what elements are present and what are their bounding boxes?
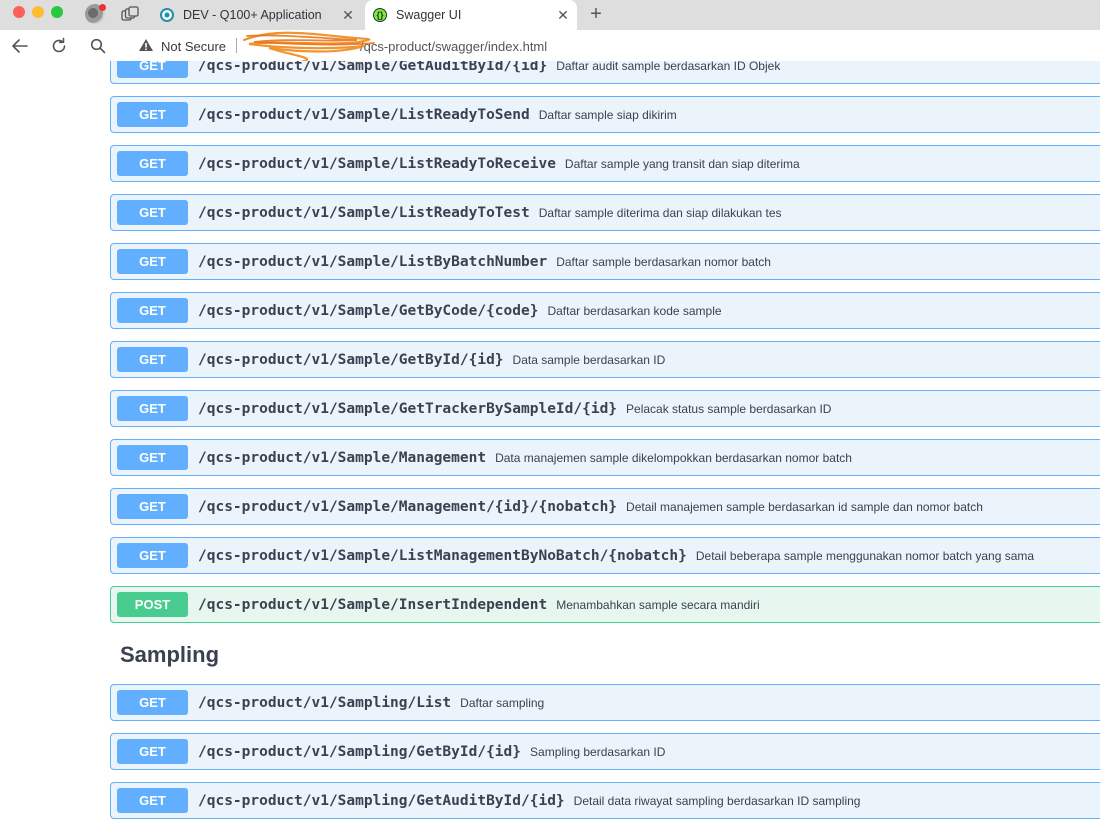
http-method-badge: GET — [117, 249, 188, 274]
endpoint-path: /qcs-product/v1/Sample/ListReadyToSend — [198, 106, 530, 123]
endpoint-path: /qcs-product/v1/Sampling/List — [198, 694, 452, 711]
tab-label: DEV - Q100+ Application — [183, 8, 322, 22]
endpoint-path: /qcs-product/v1/Sample/InsertIndependent — [198, 596, 548, 613]
redaction-scribble — [242, 31, 375, 64]
http-method-badge: GET — [117, 298, 188, 323]
operation-row[interactable]: POST/qcs-product/v1/Sample/InsertIndepen… — [110, 586, 1100, 623]
endpoint-path: /qcs-product/v1/Sample/GetById/{id} — [198, 351, 504, 368]
endpoint-summary: Sampling berdasarkan ID — [530, 744, 666, 759]
minimize-window-button[interactable] — [32, 6, 44, 18]
operation-row[interactable]: GET/qcs-product/v1/Sample/ListReadyToRec… — [110, 145, 1100, 182]
operation-row[interactable]: GET/qcs-product/v1/Sample/ListReadyToSen… — [110, 96, 1100, 133]
endpoint-summary: Pelacak status sample berdasarkan ID — [626, 401, 832, 416]
browser-toolbar: Not Secure /qcs-product/swagger/index.ht… — [0, 30, 1100, 64]
address-bar[interactable]: Not Secure /qcs-product/swagger/index.ht… — [124, 31, 1100, 64]
http-method-badge: GET — [117, 690, 188, 715]
tab-overview-icon[interactable] — [121, 6, 139, 22]
http-method-badge: GET — [117, 347, 188, 372]
close-tab-icon[interactable]: ✕ — [340, 7, 356, 23]
http-method-badge: GET — [117, 61, 188, 78]
endpoint-path: /qcs-product/v1/Sampling/GetById/{id} — [198, 743, 522, 760]
swagger-favicon-icon: {} — [373, 8, 387, 22]
tab-bar: DEV - Q100+ Application ✕ {} Swagger UI … — [0, 0, 1100, 30]
endpoint-summary: Menambahkan sample secara mandiri — [556, 597, 760, 612]
http-method-badge: GET — [117, 543, 188, 568]
endpoint-summary: Daftar sampling — [460, 695, 545, 710]
operation-row[interactable]: GET/qcs-product/v1/Sample/GetById/{id} Da… — [110, 341, 1100, 378]
security-status-label: Not Secure — [161, 39, 227, 54]
endpoint-path: /qcs-product/v1/Sample/Management/{id}/{… — [198, 498, 618, 515]
operation-row[interactable]: GET/qcs-product/v1/Sample/GetTrackerBySa… — [110, 390, 1100, 427]
operation-row[interactable]: GET/qcs-product/v1/Sample/GetAuditById/{… — [110, 61, 1100, 84]
operation-row[interactable]: GET/qcs-product/v1/Sampling/GetAuditById… — [110, 782, 1100, 819]
swagger-content: GET/qcs-product/v1/Sample/GetAuditById/{… — [0, 61, 1100, 825]
http-method-badge: GET — [117, 494, 188, 519]
reload-icon — [52, 37, 66, 53]
operation-row[interactable]: GET/qcs-product/v1/Sample/Management/{id… — [110, 488, 1100, 525]
endpoint-summary: Detail data riwayat sampling berdasarkan… — [573, 793, 861, 808]
http-method-badge: GET — [117, 396, 188, 421]
endpoint-path: /qcs-product/v1/Sample/ListReadyToTest — [198, 204, 530, 221]
app-favicon-icon — [160, 8, 174, 22]
endpoint-summary: Daftar sample berdasarkan nomor batch — [556, 254, 771, 269]
endpoint-path: /qcs-product/v1/Sample/GetByCode/{code} — [198, 302, 539, 319]
tab-dev-q100[interactable]: DEV - Q100+ Application ✕ — [152, 0, 362, 30]
endpoint-path: /qcs-product/v1/Sample/GetAuditById/{id} — [198, 61, 548, 74]
search-icon — [90, 38, 106, 54]
tab-label: Swagger UI — [396, 8, 462, 22]
http-method-badge: GET — [117, 739, 188, 764]
operation-row[interactable]: GET/qcs-product/v1/Sample/ListByBatchNum… — [110, 243, 1100, 280]
reload-button[interactable] — [49, 36, 69, 56]
endpoint-path: /qcs-product/v1/Sample/ListReadyToReceiv… — [198, 155, 556, 172]
search-button[interactable] — [88, 36, 108, 56]
http-method-badge: GET — [117, 102, 188, 127]
endpoint-summary: Daftar berdasarkan kode sample — [547, 303, 722, 318]
http-method-badge: POST — [117, 592, 188, 617]
endpoint-summary: Daftar audit sample berdasarkan ID Objek — [556, 61, 781, 73]
operation-row[interactable]: GET/qcs-product/v1/Sample/Management Data… — [110, 439, 1100, 476]
close-tab-icon[interactable]: ✕ — [555, 7, 571, 23]
http-method-badge: GET — [117, 445, 188, 470]
endpoint-path: /qcs-product/v1/Sample/Management — [198, 449, 487, 466]
address-separator — [236, 38, 237, 53]
operation-row[interactable]: GET/qcs-product/v1/Sample/GetByCode/{cod… — [110, 292, 1100, 329]
warning-icon — [139, 39, 153, 51]
maximize-window-button[interactable] — [51, 6, 63, 18]
http-method-badge: GET — [117, 200, 188, 225]
operation-row[interactable]: GET/qcs-product/v1/Sampling/GetById/{id}… — [110, 733, 1100, 770]
notification-dot — [99, 4, 106, 11]
endpoint-path: /qcs-product/v1/Sample/ListByBatchNumber — [198, 253, 548, 270]
endpoint-summary: Daftar sample yang transit dan siap dite… — [564, 156, 800, 171]
endpoint-summary: Data manajemen sample dikelompokkan berd… — [495, 450, 852, 465]
endpoint-path: /qcs-product/v1/Sampling/GetAuditById/{i… — [198, 792, 565, 809]
endpoint-path: /qcs-product/v1/Sample/ListManagementByN… — [198, 547, 687, 564]
endpoint-summary: Data sample berdasarkan ID — [512, 352, 666, 367]
http-method-badge: GET — [117, 151, 188, 176]
browser-chrome: DEV - Q100+ Application ✕ {} Swagger UI … — [0, 0, 1100, 64]
arrow-left-icon — [12, 39, 28, 53]
endpoint-summary: Daftar sample siap dikirim — [538, 107, 677, 122]
endpoint-summary: Detail beberapa sample menggunakan nomor… — [695, 548, 1035, 563]
section-title-sampling[interactable]: Sampling — [120, 642, 219, 668]
endpoint-path: /qcs-product/v1/Sample/GetTrackerBySampl… — [198, 400, 618, 417]
tab-swagger-ui[interactable]: {} Swagger UI ✕ — [365, 0, 577, 30]
endpoint-summary: Daftar sample diterima dan siap dilakuka… — [538, 205, 782, 220]
back-button[interactable] — [10, 36, 30, 56]
new-tab-button[interactable]: + — [586, 4, 606, 24]
http-method-badge: GET — [117, 788, 188, 813]
operation-row[interactable]: GET/qcs-product/v1/Sample/ListManagement… — [110, 537, 1100, 574]
operation-row[interactable]: GET/qcs-product/v1/Sampling/List Daftar s… — [110, 684, 1100, 721]
operation-row[interactable]: GET/qcs-product/v1/Sample/ListReadyToTes… — [110, 194, 1100, 231]
endpoint-summary: Detail manajemen sample berdasarkan id s… — [626, 499, 983, 514]
close-window-button[interactable] — [13, 6, 25, 18]
